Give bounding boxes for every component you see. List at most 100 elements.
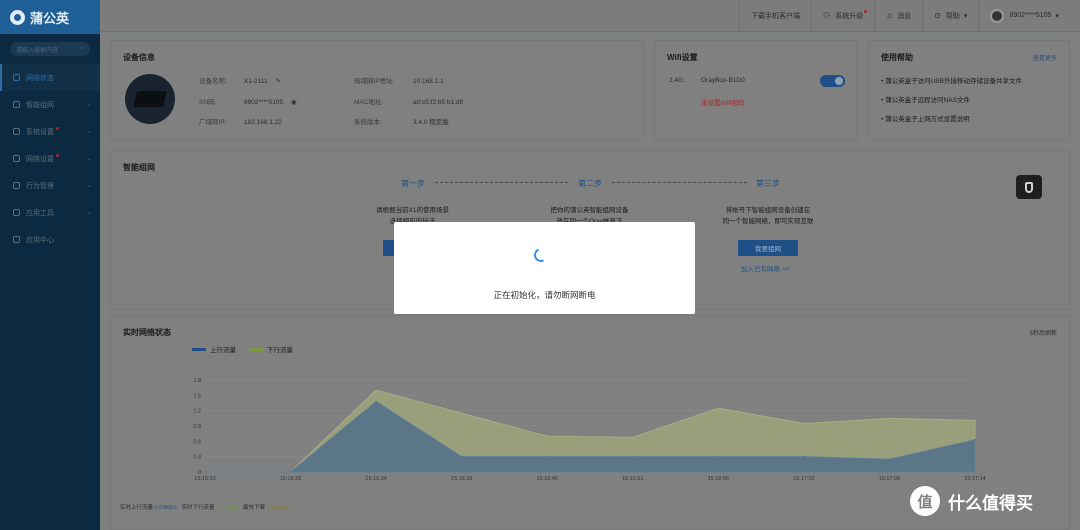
- sidebar-search-input[interactable]: 请输入搜索内容 ⌕: [10, 42, 90, 56]
- data-point-upload: [717, 455, 720, 458]
- sidebar-item-label: 网络状态: [26, 74, 54, 82]
- y-tick-label: 1.5: [193, 393, 201, 399]
- sn-value: 8902****5105: [244, 99, 284, 106]
- data-point-upload: [204, 471, 206, 473]
- lan-ip-value: 10.168.1.1: [413, 78, 444, 85]
- refresh-note: 5秒后刷新: [1029, 331, 1057, 337]
- stat-down-value: 1.01KB/s: [216, 505, 239, 511]
- data-point-download: [460, 412, 463, 415]
- smart-network-title: 智能组网: [123, 163, 155, 172]
- loading-spinner-icon: [532, 246, 550, 264]
- download-client-link[interactable]: 下载手机客户端: [739, 0, 811, 32]
- data-point-upload: [289, 471, 292, 473]
- y-tick-label: 1.2: [193, 409, 201, 415]
- x-tick-label: 15:17:02: [793, 476, 814, 482]
- legend-upload[interactable]: 上行流量: [192, 344, 236, 354]
- device-name-label: 设备名称:: [199, 78, 227, 85]
- sidebar-item-label: 系统设置: [26, 128, 54, 136]
- version-value: 3.4.0 稳定版: [413, 119, 449, 126]
- watermark-text: 什么值得买: [948, 493, 1033, 513]
- mac-value: a0:c5:f2:b5:b1:d0: [413, 99, 464, 106]
- traffic-stats: 实时上行流量 0.63KB/s 实时下行流量 1.01KB/s 最快下载 1.9…: [120, 503, 289, 511]
- user-menu[interactable]: 8902****5105 ▾: [978, 0, 1070, 32]
- data-point-download: [717, 407, 720, 409]
- join-network-link[interactable]: 加入已有网络 >>: [741, 263, 789, 273]
- y-tick-label: 0.3: [193, 455, 201, 461]
- step3-line2: 同一个智能网络，即可实现互联: [722, 218, 814, 225]
- wan-ip-value: 192.168.1.22: [244, 119, 282, 126]
- help-item[interactable]: 蒲公英盒子访问USB外接移动存储设备共享文件: [881, 75, 1022, 85]
- legend-swatch: [192, 347, 206, 351]
- badge-dot: [56, 127, 59, 130]
- device-name-row: 设备名称: X1-2111 ✎: [199, 75, 281, 85]
- avatar: [990, 8, 1005, 23]
- grid-icon: [13, 236, 20, 243]
- device-image: [125, 74, 175, 124]
- download-client-label: 下载手机客户端: [751, 12, 801, 20]
- wifi-card: Wifi设置 2.4G: OrayBox-B1D0 未设置Wifi密码: [654, 40, 857, 140]
- wifi-toggle[interactable]: [820, 75, 845, 87]
- y-tick-label: 0.9: [193, 424, 201, 430]
- data-point-upload: [546, 455, 549, 458]
- globe-icon: [13, 155, 20, 162]
- logo-icon: [10, 9, 25, 25]
- monitor-icon: [13, 74, 20, 81]
- chevron-down-icon: ⌄: [86, 210, 92, 216]
- sidebar-item-network-settings[interactable]: 网络设置 ⌄: [0, 145, 100, 172]
- sidebar-item-label: 应用中心: [26, 236, 54, 244]
- help-menu[interactable]: ⊙ 帮助 ▾: [922, 0, 978, 32]
- create-network-button[interactable]: 我要组网: [738, 240, 798, 256]
- edit-icon[interactable]: ✎: [276, 78, 281, 85]
- modal-message: 正在初始化，请勿断网断电: [493, 290, 596, 300]
- sidebar-item-system-settings[interactable]: 系统设置 ⌄: [0, 118, 100, 145]
- messages-link[interactable]: ♫ 消息: [874, 0, 922, 32]
- data-point-download: [375, 389, 377, 392]
- network-icon: [13, 101, 20, 108]
- sidebar-item-label: 网络设置: [26, 155, 54, 163]
- sidebar-item-network-status[interactable]: 网络状态: [0, 64, 100, 91]
- legend-download[interactable]: 下行流量: [249, 344, 293, 354]
- data-point-download: [803, 422, 805, 425]
- caret-down-icon: ▾: [963, 12, 968, 20]
- step2-label: 第二步: [578, 179, 602, 188]
- help-more-link[interactable]: 查看更多: [1033, 53, 1057, 62]
- data-point-download: [974, 419, 976, 422]
- x-tick-label: 15:16:28: [280, 476, 301, 482]
- sidebar-item-smart-network[interactable]: 智能组网 ⌄: [0, 91, 100, 118]
- help-item[interactable]: 蒲公英盒子上网方式设置说明: [881, 113, 1022, 123]
- lan-ip-row: 局域网IP地址: 10.168.1.1: [354, 75, 444, 85]
- data-point-download: [631, 436, 634, 439]
- watermark: 值 什么值得买: [910, 486, 1033, 516]
- sidebar-item-app-center[interactable]: 应用中心: [0, 226, 100, 253]
- data-point-upload: [631, 455, 634, 458]
- help-icon: ⊙: [934, 11, 941, 20]
- sidebar-item-behavior-management[interactable]: 行为管理 ⌄: [0, 172, 100, 199]
- data-point-upload: [888, 458, 891, 461]
- help-list: 蒲公英盒子访问USB外接移动存储设备共享文件 蒲公英盒子远程访问NAS文件 蒲公…: [881, 75, 1022, 132]
- chevron-down-icon: ⌄: [86, 102, 92, 108]
- chevron-down-icon: ⌄: [86, 156, 92, 162]
- step-divider: [435, 182, 568, 183]
- legend-swatch: [249, 347, 263, 351]
- system-upgrade-label: 系统升级: [835, 12, 864, 20]
- user-name: 8902****5105: [1009, 12, 1052, 19]
- toolbox-icon: [13, 209, 20, 216]
- plugin-icon[interactable]: [1016, 175, 1042, 199]
- help-title: 使用帮助: [881, 53, 913, 62]
- sidebar-item-app-tools[interactable]: 应用工具 ⌄: [0, 199, 100, 226]
- data-point-upload: [375, 400, 377, 403]
- badge-dot: [56, 154, 59, 157]
- mac-label: MAC地址:: [354, 99, 384, 106]
- sn-label: SN码:: [199, 99, 217, 106]
- wifi-warning[interactable]: 未设置Wifi密码: [701, 97, 744, 107]
- eye-icon[interactable]: ◉: [291, 99, 297, 106]
- sidebar-search-placeholder: 请输入搜索内容: [16, 47, 59, 54]
- system-upgrade-link[interactable]: ⚇ 系统升级: [811, 0, 874, 32]
- wan-ip-label: 广域网IP:: [199, 119, 227, 126]
- help-item[interactable]: 蒲公英盒子远程访问NAS文件: [881, 94, 1022, 104]
- step3-description: 将帐号下智能组网设备创建在 同一个智能网络，即可实现互联: [708, 205, 828, 227]
- stat-up-value: 0.63KB/s: [154, 505, 177, 511]
- stat-max-label: 最快下载: [242, 505, 265, 511]
- lan-ip-label: 局域网IP地址:: [354, 78, 395, 85]
- app-logo[interactable]: 蒲公英: [0, 0, 100, 34]
